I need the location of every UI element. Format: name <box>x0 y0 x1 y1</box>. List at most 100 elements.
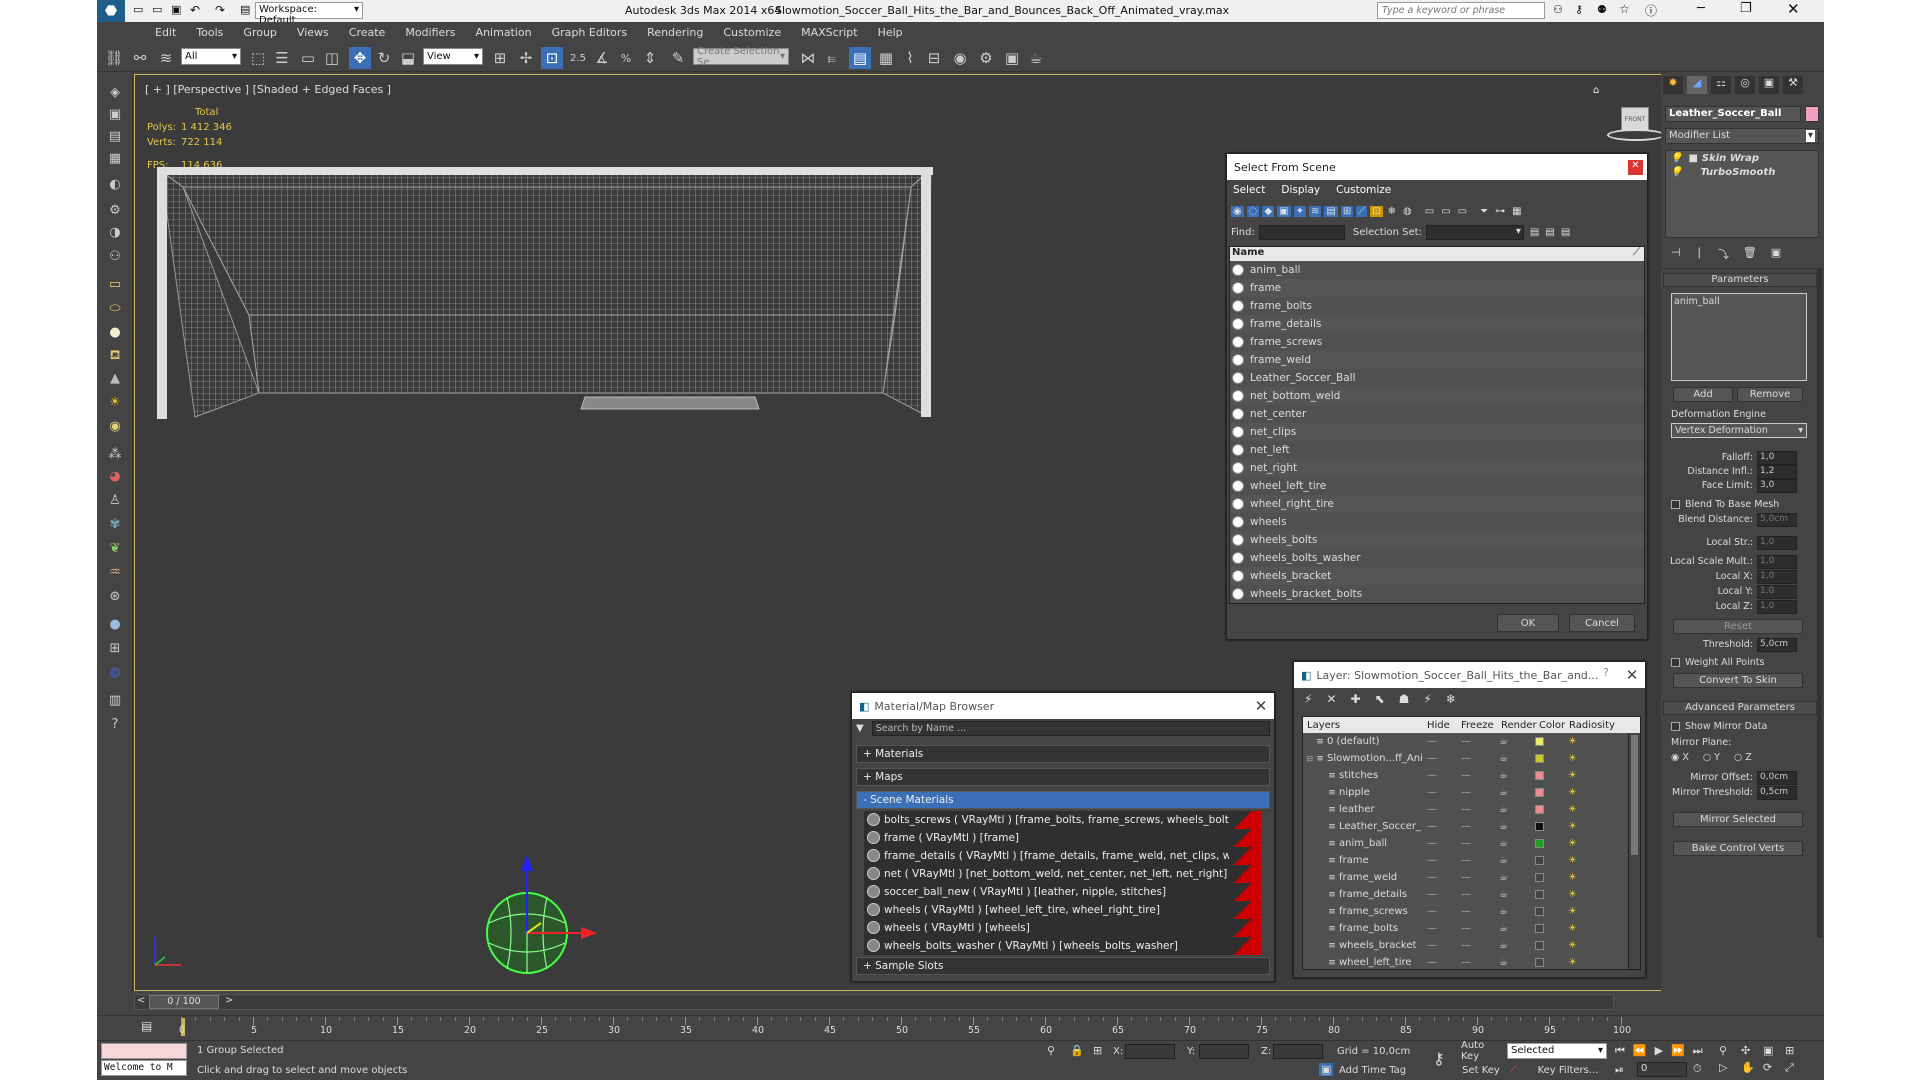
hierarchy-tab-icon[interactable]: ⚏ <box>1711 76 1731 94</box>
sort-icon[interactable]: ▦ <box>1510 206 1523 217</box>
highlight-layer-icon[interactable]: ☗ <box>1399 692 1410 706</box>
selection-filter-dropdown[interactable]: All ▾ <box>181 48 241 65</box>
mirror-offset-spinner[interactable]: 0,0cm <box>1757 771 1797 785</box>
help-icon[interactable]: ? <box>105 714 125 734</box>
falloff-spinner[interactable]: 1,0 <box>1757 451 1797 465</box>
maxscript-listener-upper[interactable] <box>101 1043 187 1059</box>
freeze-toggle[interactable]: — <box>1461 804 1499 815</box>
save-file-icon[interactable]: ▣ <box>171 3 181 16</box>
layer-row[interactable]: ≡ nipple — — ☕ ☀ <box>1303 784 1625 801</box>
menu-modifiers[interactable]: Modifiers <box>395 26 465 39</box>
remove-from-selection-set-icon[interactable]: ▤ <box>1561 227 1570 238</box>
weight-all-points-checkbox[interactable]: Weight All Points <box>1671 657 1764 668</box>
viewport-label[interactable]: [ + ] [Perspective ] [Shaded + Edged Fac… <box>145 83 391 96</box>
ribbon-icon[interactable]: ▦ <box>875 47 897 69</box>
minimize-icon[interactable]: ─ <box>1697 1 1705 16</box>
layer-row[interactable]: ≡ Leather_Soccer_ — — ☕ ☀ <box>1303 818 1625 835</box>
object-color-swatch[interactable] <box>1805 106 1819 122</box>
local-z-spinner[interactable]: 1,0 <box>1757 600 1797 614</box>
deformation-engine-dropdown[interactable]: Vertex Deformation ▾ <box>1671 423 1807 438</box>
plant-icon[interactable]: ❦ <box>105 538 125 558</box>
people-icon[interactable]: ⚉ <box>1597 3 1607 16</box>
make-unique-icon[interactable]: ⤵ <box>1718 246 1729 262</box>
col-layers[interactable]: Layers <box>1303 720 1427 731</box>
freeze-toggle[interactable]: — <box>1461 753 1499 764</box>
menu-edit[interactable]: Edit <box>145 26 186 39</box>
layer-color-swatch[interactable] <box>1535 890 1544 899</box>
scene-material-item[interactable]: wheels ( VRayMtl ) [wheel_left_tire, whe… <box>864 901 1261 919</box>
camera-icon[interactable]: ◑ <box>105 222 125 242</box>
reference-coordinate-dropdown[interactable]: View ▾ <box>423 48 483 65</box>
hierarchy-icon[interactable]: ⊶ <box>1493 206 1507 217</box>
display-bones-icon[interactable]: ⟋ <box>1356 205 1368 217</box>
next-frame-icon[interactable]: ⏩ <box>1671 1044 1685 1058</box>
go-to-end-icon[interactable]: ⏭ <box>1693 1044 1703 1058</box>
current-frame-field[interactable]: 0 <box>1637 1062 1687 1077</box>
unlink-icon[interactable]: ⚯ <box>129 47 151 69</box>
scene-explorer-icon[interactable]: ▤ <box>105 126 125 146</box>
display-shapes-icon[interactable]: ◌ <box>1246 205 1260 217</box>
hide-all-layers-icon[interactable]: ⚡ <box>1423 692 1431 706</box>
create-tab-icon[interactable]: ✸ <box>1663 76 1683 94</box>
select-manipulate-icon[interactable]: ✢ <box>515 47 537 69</box>
auto-key-button[interactable]: Auto Key <box>1461 1040 1501 1062</box>
uv-icon[interactable]: ⊞ <box>105 638 125 658</box>
freeze-toggle[interactable]: — <box>1461 787 1499 798</box>
col-color[interactable]: Color <box>1539 720 1569 731</box>
particles-icon[interactable]: ⁂ <box>105 444 125 464</box>
scene-materials-group[interactable]: - Scene Materials <box>856 791 1270 809</box>
scene-object-row[interactable]: wheel_right_tire <box>1230 495 1644 513</box>
collapse-icon[interactable]: ⊟ <box>1303 754 1313 763</box>
show-end-result-icon[interactable]: ❘ <box>1695 246 1704 262</box>
blend-to-base-checkbox[interactable]: Blend To Base Mesh <box>1671 499 1779 510</box>
col-render[interactable]: Render <box>1501 720 1539 731</box>
scene-material-item[interactable]: frame ( VRayMtl ) [frame] <box>864 829 1261 847</box>
add-to-selection-set-icon[interactable]: ▤ <box>1545 227 1554 238</box>
radiosity-icon[interactable]: ☀ <box>1568 753 1577 764</box>
previous-frame-icon[interactable]: ⏪ <box>1633 1044 1647 1058</box>
menu-rendering[interactable]: Rendering <box>637 26 713 39</box>
local-strength-spinner[interactable]: 1,0 <box>1757 536 1797 550</box>
render-teapot-icon[interactable]: ☕ <box>1499 906 1535 917</box>
viewcube[interactable]: ⌂ FRONT <box>1593 85 1665 145</box>
link-icon[interactable]: ⛓ <box>103 47 125 69</box>
mirror-icon[interactable]: ⋈ <box>797 47 819 69</box>
add-button[interactable]: Add <box>1673 387 1733 402</box>
blend-distance-spinner[interactable]: 5,0cm <box>1757 513 1797 527</box>
layer-row[interactable]: ≡ leather — — ☕ ☀ <box>1303 801 1625 818</box>
z-coordinate-field[interactable] <box>1273 1044 1323 1059</box>
radiosity-icon[interactable]: ☀ <box>1568 923 1577 934</box>
soccer-ball-model[interactable] <box>475 845 615 975</box>
freeze-toggle[interactable]: — <box>1461 923 1499 934</box>
select-and-rotate-icon[interactable]: ↻ <box>373 47 395 69</box>
render-setup-icon[interactable]: ⚙ <box>975 47 997 69</box>
redo-icon[interactable]: ↷ <box>215 3 225 17</box>
help-icon[interactable]: ? <box>1603 666 1609 684</box>
display-cameras-icon[interactable]: ▣ <box>1277 205 1291 217</box>
mirror-selected-button[interactable]: Mirror Selected <box>1673 812 1803 827</box>
render-teapot-icon[interactable]: ☕ <box>1499 923 1535 934</box>
bake-control-verts-button[interactable]: Bake Control Verts <box>1673 841 1803 856</box>
pivot-center-icon[interactable]: ⊞ <box>489 47 511 69</box>
configure-modifier-sets-icon[interactable]: ▣ <box>1771 246 1781 262</box>
zoom-extents-all-icon[interactable]: ⊞ <box>1785 1044 1807 1057</box>
scene-material-item[interactable]: frame_details ( VRayMtl ) [frame_details… <box>864 847 1261 865</box>
menu-display[interactable]: Display <box>1281 184 1320 196</box>
hide-toggle[interactable]: — <box>1427 736 1461 747</box>
add-time-tag[interactable]: Add Time Tag <box>1339 1065 1406 1076</box>
render-teapot-icon[interactable]: ☕ <box>1499 736 1535 747</box>
viewcube-face[interactable]: FRONT <box>1621 107 1649 131</box>
layer-color-swatch[interactable] <box>1535 805 1544 814</box>
viewport-navigation-icon[interactable]: ◈ <box>105 82 125 102</box>
scene-states-icon[interactable]: ● <box>105 614 125 634</box>
layer-color-swatch[interactable] <box>1535 737 1544 746</box>
scene-object-row[interactable]: frame_screws <box>1230 333 1644 351</box>
reset-button[interactable]: Reset <box>1673 619 1803 634</box>
convert-to-skin-button[interactable]: Convert To Skin <box>1673 673 1803 688</box>
display-none-icon[interactable]: ▭ <box>1439 206 1452 217</box>
create-layer-icon[interactable]: ⚡ <box>1304 692 1312 706</box>
open-file-icon[interactable]: ▭ <box>152 3 162 16</box>
layer-color-swatch[interactable] <box>1535 856 1544 865</box>
layer-list-scrollbar[interactable] <box>1628 733 1640 969</box>
video-icon[interactable]: ⚇ <box>105 246 125 266</box>
